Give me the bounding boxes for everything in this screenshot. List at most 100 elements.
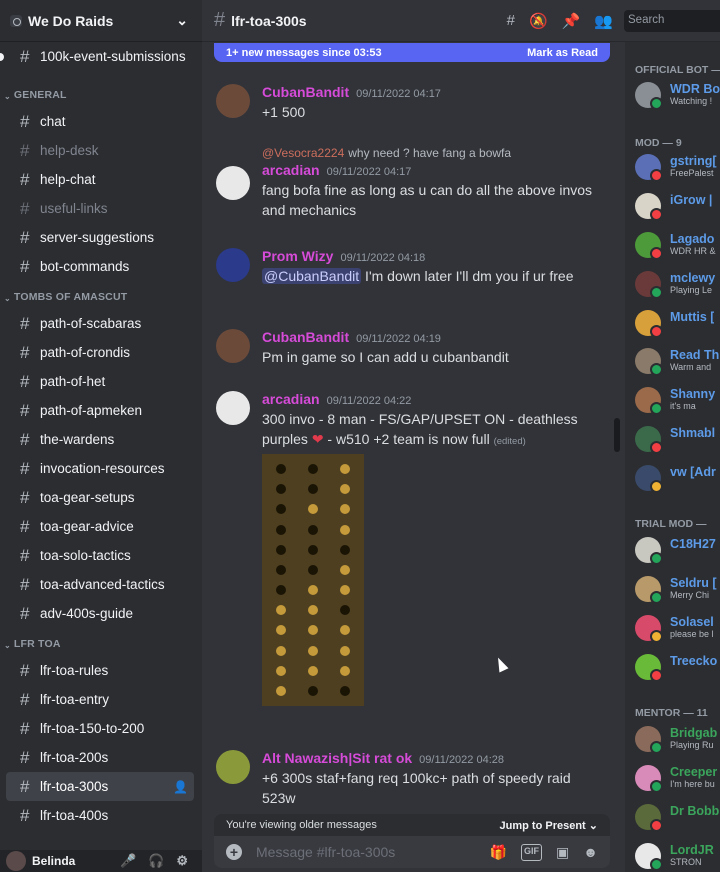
channel-help-chat[interactable]: # help-chat [6,165,194,194]
channel-chat[interactable]: # chat [6,107,194,136]
avatar[interactable] [216,248,250,282]
unread-indicator [0,52,4,61]
channel-help-desk[interactable]: # help-desk [6,136,194,165]
channel-title: lfr-toa-300s [231,12,307,29]
avatar[interactable] [216,391,250,425]
author-name[interactable]: Prom Wizy [262,248,333,264]
channel-path-of-apmeken[interactable]: # path-of-apmeken [6,396,194,425]
member-list-icon[interactable]: 👥 [594,12,613,30]
channel-lfr-toa-rules[interactable]: # lfr-toa-rules [6,656,194,685]
channel-the-wardens[interactable]: # the-wardens [6,425,194,454]
heart-emoji-icon[interactable]: ❤ [312,431,324,447]
timestamp: 09/11/2022 04:28 [419,754,504,766]
category-general[interactable]: ⌄ GENERAL [0,79,202,107]
microphone-icon[interactable]: 🎤 [120,853,136,869]
mute-bell-icon[interactable]: 🔕 [529,12,548,30]
member-item[interactable]: Seldru [Merry Chi [635,576,720,608]
member-item[interactable]: WDR Bo Watching ! [635,82,720,114]
channel-lfr-toa-entry[interactable]: # lfr-toa-entry [6,685,194,714]
channel-useful-links[interactable]: # useful-links [6,194,194,223]
member-item[interactable]: C18H27 [635,537,720,569]
avatar [635,193,663,221]
message-composer[interactable]: + Message #lfr-toa-300s 🎁 GIF ▣ ☻ [214,836,610,868]
avatar[interactable] [216,84,250,118]
message: CubanBandit 09/11/2022 04:19 Pm in game s… [202,329,602,367]
member-item[interactable]: LordJR STRON [635,843,720,872]
member-item[interactable]: Bridgab Playing Ru [635,726,720,758]
gift-icon[interactable]: 🎁 [490,844,507,861]
avatar [635,154,663,182]
attachment-image[interactable] [262,454,364,706]
avatar[interactable] [216,750,250,784]
member-item[interactable]: Lagado WDR HR & [635,232,720,264]
member-item[interactable]: Creeper I'm here bu [635,765,720,797]
member-item[interactable]: Shmabl [635,426,720,458]
member-item[interactable]: mclewy Playing Le [635,271,720,303]
member-item[interactable]: Read Th Warm and [635,348,720,380]
hash-icon: # [20,660,30,680]
category-tombs-of-amascut[interactable]: ⌄ TOMBS OF AMASCUT [0,281,202,309]
channel-path-of-crondis[interactable]: # path-of-crondis [6,338,194,367]
sticker-icon[interactable]: ▣ [556,844,569,861]
author-name[interactable]: CubanBandit [262,84,349,100]
category-lfr-toa[interactable]: ⌄ LFR TOA [0,628,202,656]
avatar[interactable] [216,329,250,363]
channel-toa-gear-setups[interactable]: # toa-gear-setups [6,483,194,512]
headphones-icon[interactable]: 🎧 [148,853,164,869]
gif-button[interactable]: GIF [521,843,543,861]
channel-lfr-toa-200s[interactable]: # lfr-toa-200s [6,743,194,772]
emoji-icon[interactable]: ☻ [583,844,598,861]
channel-100k-event-submissions[interactable]: #100k-event-submissions [0,42,194,71]
scrollbar[interactable] [614,418,620,452]
hash-icon: # [20,574,30,594]
chevron-down-icon[interactable]: ⌄ [176,12,188,29]
pin-icon[interactable]: 📌 [562,12,581,30]
channel-path-of-het[interactable]: # path-of-het [6,367,194,396]
new-messages-bar[interactable]: 1+ new messages since 03:53 Mark as Read [214,43,610,62]
threads-icon[interactable]: # [507,12,515,30]
hash-icon: # [214,9,226,31]
channel-path-of-scabaras[interactable]: # path-of-scabaras [6,309,194,338]
channel-toa-advanced-tactics[interactable]: # toa-advanced-tactics [6,570,194,599]
hash-icon: # [20,429,30,449]
jump-to-present-button[interactable]: Jump to Present ⌄ [500,819,598,832]
author-name[interactable]: arcadian [262,391,320,407]
member-item[interactable]: Dr Bobb [635,804,720,836]
channel-toa-solo-tactics[interactable]: # toa-solo-tactics [6,541,194,570]
member-item[interactable]: vw [Adr [635,465,720,497]
server-header[interactable]: We Do Raids ⌄ [0,0,202,42]
hash-icon: # [20,458,30,478]
plus-icon[interactable]: + [226,844,242,860]
channel-lfr-toa-300s[interactable]: # lfr-toa-300s 👤 [6,772,194,801]
reply-preview[interactable]: @Vesocra2224 why need ? have fang a bowfa [262,146,602,160]
channel-invocation-resources[interactable]: # invocation-resources [6,454,194,483]
older-messages-label: You're viewing older messages [226,819,377,831]
author-name[interactable]: arcadian [262,162,320,178]
avatar[interactable] [216,166,250,200]
channel-toa-gear-advice[interactable]: # toa-gear-advice [6,512,194,541]
member-item[interactable]: Treecko [635,654,720,686]
hash-icon: # [20,256,30,276]
channel-adv-400s-guide[interactable]: # adv-400s-guide [6,599,194,628]
author-name[interactable]: Alt Nawazish|Sit rat ok [262,750,412,766]
author-name[interactable]: CubanBandit [262,329,349,345]
member-category-mentor: MENTOR — 11 [635,707,708,719]
channel-bot-commands[interactable]: # bot-commands [6,252,194,281]
add-member-icon[interactable]: 👤 [173,780,188,794]
message-text-cont: - w510 +2 team is now full [323,431,490,447]
message-input[interactable]: Message #lfr-toa-300s [256,844,395,860]
member-item[interactable]: Muttis [ [635,310,720,342]
gear-icon[interactable]: ⚙ [176,853,188,869]
member-item[interactable]: Solasel please be l [635,615,720,647]
member-item[interactable]: gstring[FreePalest [635,154,720,186]
channel-lfr-toa-400s[interactable]: # lfr-toa-400s [6,801,194,830]
avatar [635,615,663,643]
channel-lfr-toa-150-to-200[interactable]: # lfr-toa-150-to-200 [6,714,194,743]
avatar[interactable] [6,851,26,871]
member-item[interactable]: Shanny it's ma [635,387,720,419]
channel-server-suggestions[interactable]: # server-suggestions [6,223,194,252]
member-item[interactable]: iGrow | [635,193,720,225]
mark-as-read-button[interactable]: Mark as Read [527,47,598,59]
search-input[interactable]: Search [624,10,720,32]
user-mention[interactable]: @CubanBandit [262,268,362,284]
